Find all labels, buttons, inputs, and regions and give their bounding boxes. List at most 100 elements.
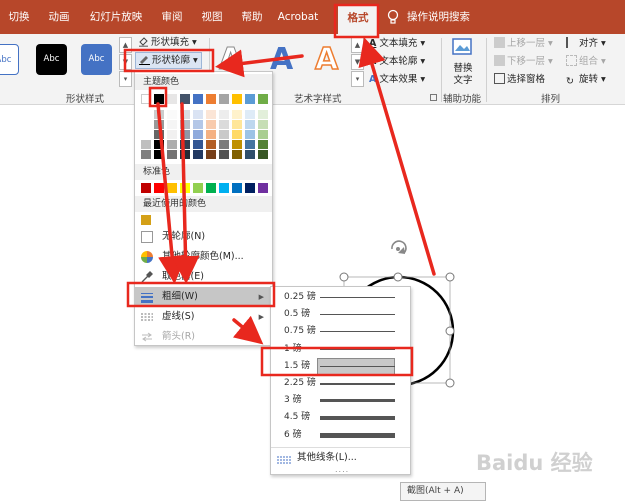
weight-option[interactable]: 1.5 磅 (272, 358, 409, 375)
scroll-up-icon[interactable]: ▲ (119, 37, 132, 53)
resize-handle[interactable] (393, 272, 403, 282)
theme-color-swatch[interactable] (167, 94, 177, 104)
theme-color-swatch[interactable] (258, 94, 268, 104)
weight-item[interactable]: 粗细(W) ▶ (135, 287, 272, 307)
resize-handle[interactable] (445, 272, 455, 282)
tab-acrobat[interactable]: Acrobat (272, 0, 324, 34)
standard-color-swatch[interactable] (206, 183, 216, 193)
scroll-up-icon[interactable]: ▲ (351, 37, 364, 53)
weight-option[interactable]: 2.25 磅 (272, 375, 409, 392)
theme-shade-swatch[interactable] (154, 150, 164, 159)
gallery-more-icon[interactable]: ▾ (119, 71, 132, 87)
tab-animations[interactable]: 动画 (38, 0, 80, 34)
tab-view[interactable]: 视图 (192, 0, 232, 34)
weight-option[interactable]: 0.25 磅 (272, 289, 409, 306)
weight-option[interactable]: 6 磅 (272, 427, 409, 444)
theme-shade-swatch[interactable] (167, 150, 177, 159)
gallery-more-icon[interactable]: ▾ (351, 71, 364, 87)
weight-option[interactable]: 4.5 磅 (272, 409, 409, 426)
weight-option[interactable]: 3 磅 (272, 392, 409, 409)
dialog-launcher-icon[interactable] (430, 94, 437, 101)
weight-option[interactable]: 1 磅 (272, 341, 409, 358)
theme-shade-swatch[interactable] (232, 140, 242, 149)
standard-color-swatch[interactable] (193, 183, 203, 193)
theme-shade-swatch[interactable] (245, 130, 255, 139)
arrows-item[interactable]: 箭头(R) (135, 327, 272, 347)
theme-shade-swatch[interactable] (141, 140, 151, 149)
dashes-item[interactable]: 虚线(S) ▶ (135, 307, 272, 327)
tab-help[interactable]: 帮助 (232, 0, 272, 34)
theme-shade-swatch[interactable] (193, 130, 203, 139)
theme-color-swatch[interactable] (232, 94, 242, 104)
theme-shade-swatch[interactable] (180, 130, 190, 139)
no-outline-item[interactable]: 无轮廓(N) (135, 227, 272, 247)
theme-shade-swatch[interactable] (206, 140, 216, 149)
theme-color-swatch[interactable] (141, 94, 151, 104)
theme-shade-swatch[interactable] (141, 150, 151, 159)
standard-color-swatch[interactable] (258, 183, 268, 193)
theme-shade-swatch[interactable] (219, 110, 229, 119)
theme-shade-swatch[interactable] (154, 130, 164, 139)
theme-shade-swatch[interactable] (167, 130, 177, 139)
shape-fill-button[interactable]: 形状填充 ▾ (138, 35, 197, 51)
theme-shade-swatch[interactable] (232, 150, 242, 159)
theme-shade-swatch[interactable] (206, 120, 216, 129)
theme-shade-swatch[interactable] (258, 150, 268, 159)
theme-shade-swatch[interactable] (258, 120, 268, 129)
shape-style-blue[interactable]: Abc (81, 44, 112, 75)
theme-color-swatch[interactable] (154, 94, 164, 104)
theme-color-swatch[interactable] (219, 94, 229, 104)
theme-shade-swatch[interactable] (141, 110, 151, 119)
theme-shade-swatch[interactable] (180, 110, 190, 119)
resize-handle[interactable] (445, 378, 455, 388)
standard-color-swatch[interactable] (141, 183, 151, 193)
theme-shade-swatch[interactable] (232, 110, 242, 119)
theme-shade-swatch[interactable] (206, 150, 216, 159)
theme-shade-swatch[interactable] (167, 110, 177, 119)
theme-shade-swatch[interactable] (141, 130, 151, 139)
theme-shade-swatch[interactable] (258, 110, 268, 119)
tell-me-search[interactable]: 操作说明搜索 (407, 0, 470, 34)
theme-shade-swatch[interactable] (180, 140, 190, 149)
theme-shade-swatch[interactable] (193, 150, 203, 159)
theme-shade-swatch[interactable] (245, 110, 255, 119)
theme-shade-swatch[interactable] (206, 110, 216, 119)
send-backward-button[interactable]: 下移一层 ▾ (494, 54, 553, 70)
theme-color-swatch[interactable] (193, 94, 203, 104)
weight-option[interactable]: 0.75 磅 (272, 323, 409, 340)
theme-shade-swatch[interactable] (258, 140, 268, 149)
theme-shade-swatch[interactable] (245, 150, 255, 159)
eyedropper-item[interactable]: 取色器(E) (135, 267, 272, 287)
scroll-down-icon[interactable]: ▼ (351, 54, 364, 70)
theme-color-swatch[interactable] (206, 94, 216, 104)
shape-style-black[interactable]: Abc (36, 44, 67, 75)
rotate-button[interactable]: ↻ 旋转 ▾ (566, 72, 606, 88)
resize-handle[interactable] (445, 326, 455, 336)
theme-shade-swatch[interactable] (180, 120, 190, 129)
group-button[interactable]: 组合 ▾ (566, 54, 606, 70)
standard-color-swatch[interactable] (245, 183, 255, 193)
theme-shade-swatch[interactable] (245, 140, 255, 149)
tab-review[interactable]: 审阅 (152, 0, 192, 34)
wordart-style-orange[interactable]: A (314, 40, 339, 80)
theme-shade-swatch[interactable] (219, 140, 229, 149)
tab-transitions[interactable]: 切换 (0, 0, 38, 34)
bring-forward-button[interactable]: 上移一层 ▾ (494, 36, 553, 52)
theme-shade-swatch[interactable] (154, 140, 164, 149)
theme-shade-swatch[interactable] (219, 150, 229, 159)
wordart-style-blue[interactable]: A (270, 40, 293, 80)
theme-shade-swatch[interactable] (180, 150, 190, 159)
recent-color-swatch[interactable] (141, 215, 151, 225)
theme-shade-swatch[interactable] (193, 110, 203, 119)
standard-color-swatch[interactable] (154, 183, 164, 193)
tab-format[interactable]: 格式 (338, 4, 378, 34)
rotate-handle-icon[interactable] (391, 240, 407, 254)
more-outline-colors-item[interactable]: 其他轮廓颜色(M)... (135, 247, 272, 267)
standard-color-swatch[interactable] (219, 183, 229, 193)
theme-shade-swatch[interactable] (219, 120, 229, 129)
more-lines-item[interactable]: 其他线条(L)... (297, 450, 357, 466)
standard-color-swatch[interactable] (167, 183, 177, 193)
theme-shade-swatch[interactable] (232, 120, 242, 129)
theme-shade-swatch[interactable] (232, 130, 242, 139)
theme-shade-swatch[interactable] (193, 140, 203, 149)
